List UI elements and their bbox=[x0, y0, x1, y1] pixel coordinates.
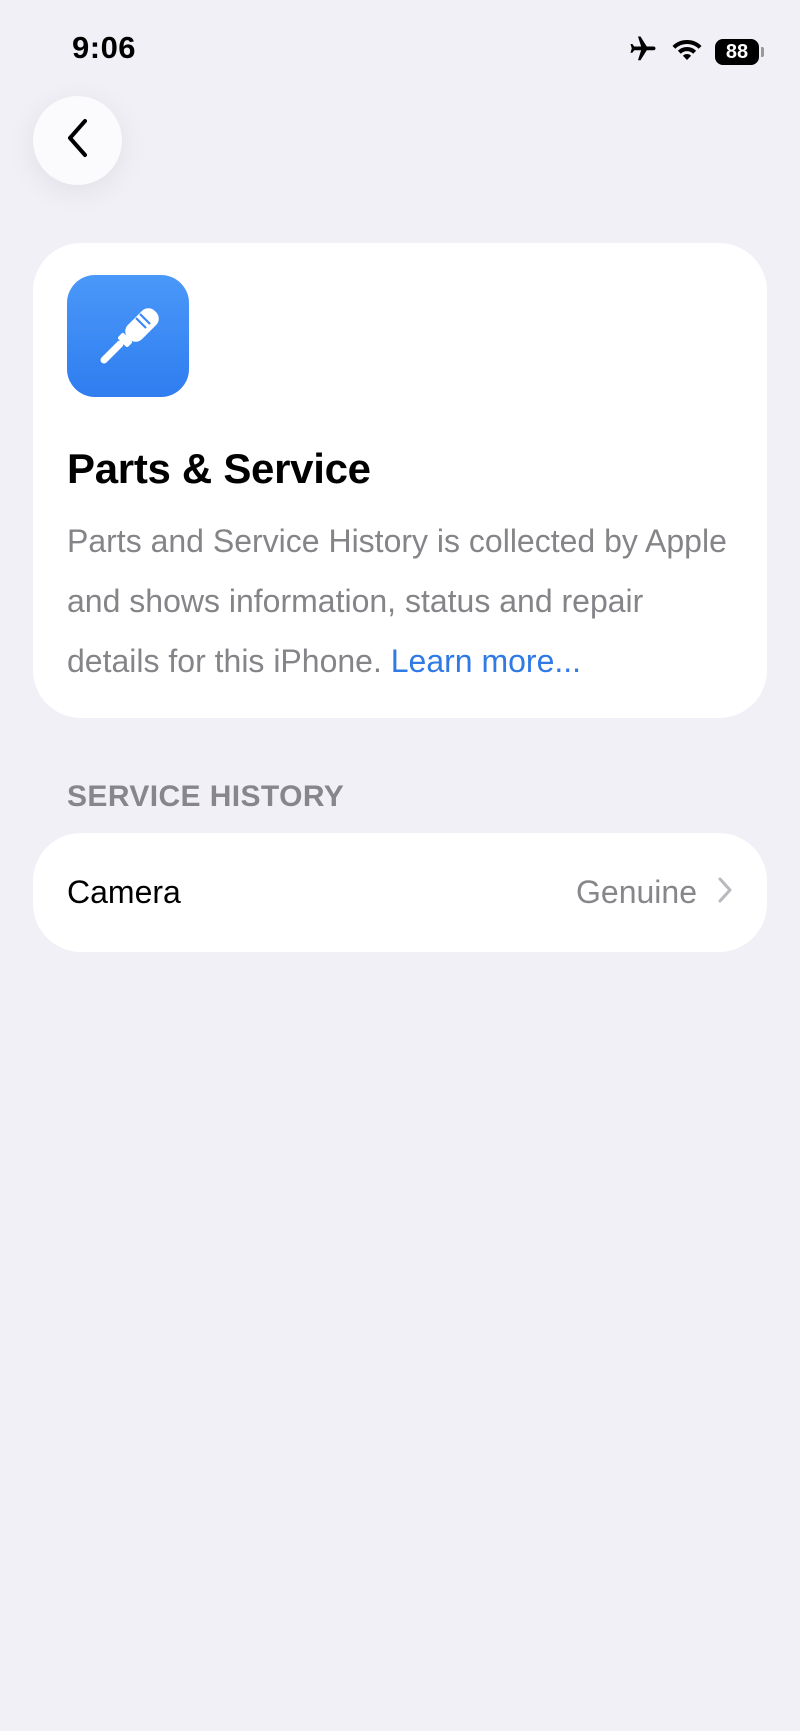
status-icons: 88 bbox=[627, 34, 764, 69]
battery-level: 88 bbox=[725, 40, 749, 63]
card-description: Parts and Service History is collected b… bbox=[67, 511, 733, 691]
list-item[interactable]: Camera Genuine bbox=[33, 833, 767, 952]
wifi-icon bbox=[671, 36, 703, 67]
battery-icon: 88 bbox=[715, 38, 764, 65]
battery-nub bbox=[761, 46, 764, 57]
parts-service-card: Parts & Service Parts and Service Histor… bbox=[33, 243, 767, 718]
status-bar: 9:06 88 bbox=[0, 0, 800, 100]
screwdriver-icon bbox=[67, 275, 189, 397]
status-time: 9:06 bbox=[72, 30, 137, 65]
card-title: Parts & Service bbox=[67, 445, 371, 492]
chevron-right-icon bbox=[717, 876, 733, 909]
section-header-service-history: SERVICE HISTORY bbox=[67, 780, 345, 813]
back-button[interactable] bbox=[33, 96, 122, 185]
battery-body: 88 bbox=[715, 38, 759, 65]
learn-more-link[interactable]: Learn more... bbox=[391, 643, 581, 679]
chevron-left-icon bbox=[63, 117, 93, 164]
row-label: Camera bbox=[67, 874, 181, 910]
airplane-icon bbox=[627, 34, 659, 69]
row-value: Genuine bbox=[576, 874, 697, 910]
